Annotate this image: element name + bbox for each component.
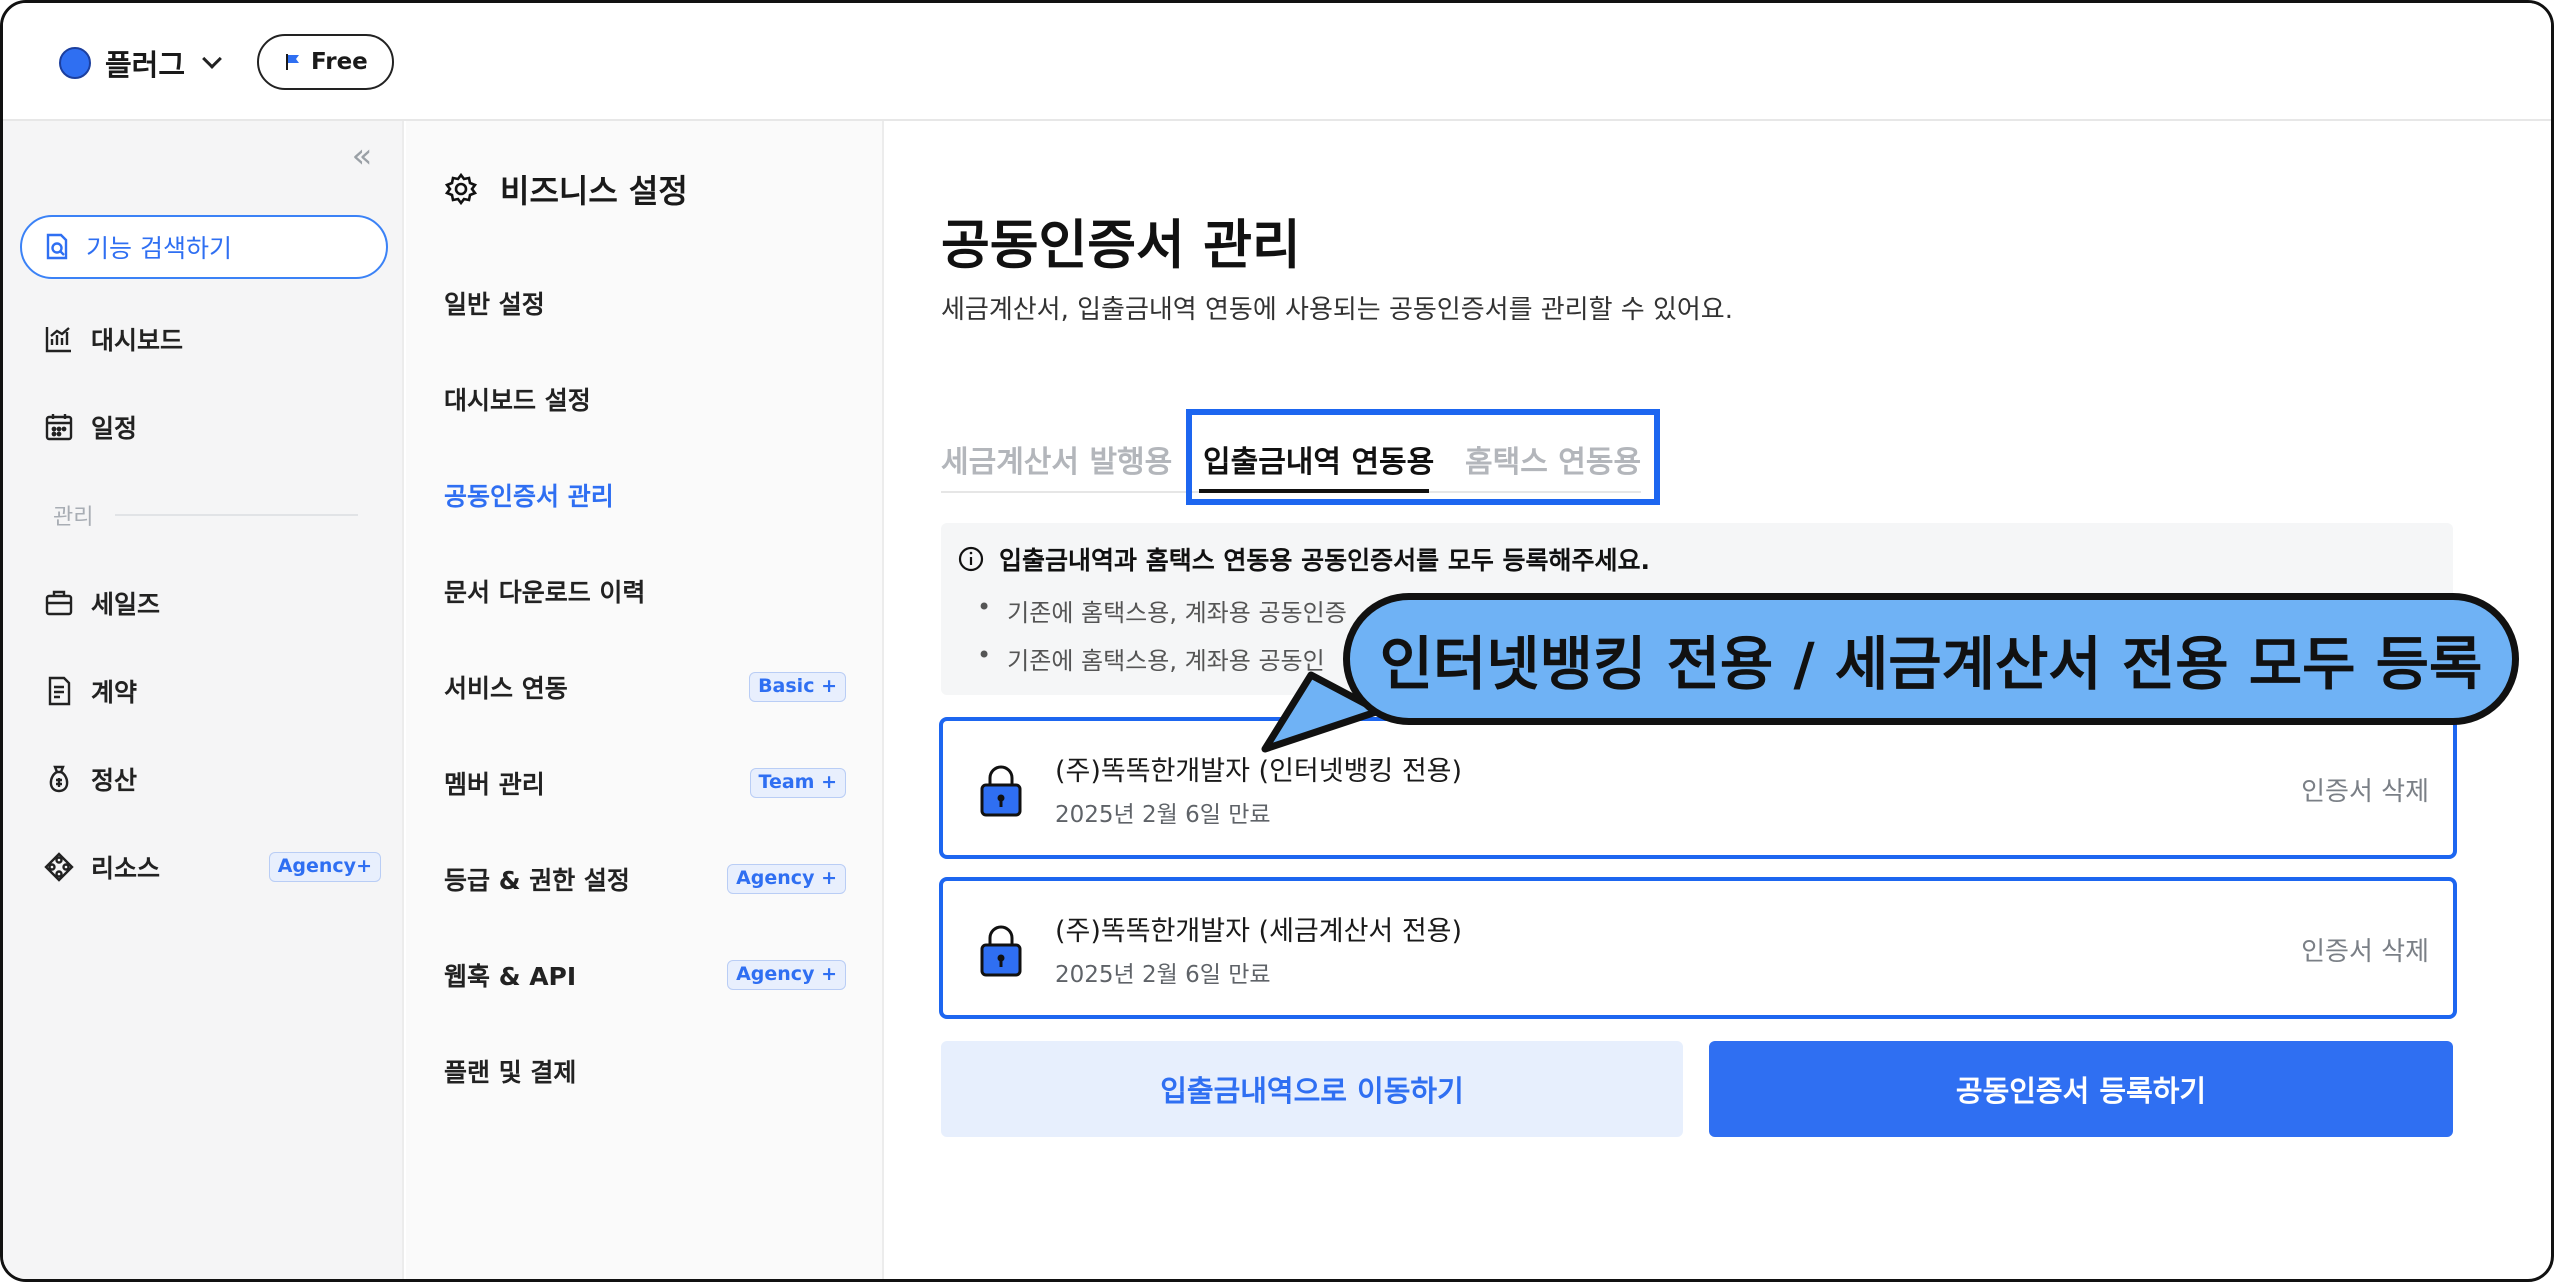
settings-item-integrations[interactable]: 서비스 연동 Basic + <box>444 663 854 711</box>
sidebar-item-label: 리소스 <box>91 854 161 883</box>
settings-item-label: 플랜 및 결제 <box>444 1058 577 1087</box>
register-certificate-button[interactable]: 공동인증서 등록하기 <box>1709 1041 2453 1137</box>
settings-item-label: 등급 & 권한 설정 <box>444 866 630 895</box>
delete-certificate-button[interactable]: 인증서 삭제 <box>2301 931 2429 968</box>
page-title: 공동인증서 관리 <box>941 215 1301 276</box>
bullet-dot: • <box>977 641 992 669</box>
settings-item-label: 멤버 관리 <box>444 770 545 799</box>
sidebar-item-label: 일정 <box>91 414 138 443</box>
certificate-expiry: 2025년 2월 6일 만료 <box>1055 802 1271 828</box>
delete-certificate-button[interactable]: 인증서 삭제 <box>2301 771 2429 808</box>
sidebar-item-schedule[interactable]: 일정 <box>43 403 373 451</box>
workspace-switcher[interactable]: 플러그 <box>59 39 222 87</box>
certificate-tabs: 세금계산서 발행용 입출금내역 연동용 홈택스 연동용 <box>941 427 1641 493</box>
settings-item-download-history[interactable]: 문서 다운로드 이력 <box>444 567 854 615</box>
search-document-icon <box>46 233 68 260</box>
notice-heading-text: 입출금내역과 홈택스 연동용 공동인증서를 모두 등록해주세요. <box>999 546 1651 575</box>
bullet-dot: • <box>977 593 992 621</box>
sidebar-item-settlement[interactable]: 정산 <box>43 755 373 803</box>
feature-search-input[interactable]: 기능 검색하기 <box>20 215 388 279</box>
app-window: 플러그 Free « 기능 검색하기 대시보드 일정 관리 세일즈 계약 정산 … <box>0 0 2554 1282</box>
settings-item-certificates[interactable]: 공동인증서 관리 <box>444 471 854 519</box>
document-icon <box>48 676 71 706</box>
calendar-icon <box>45 414 73 441</box>
agency-badge: Agency + <box>727 864 846 894</box>
lock-icon <box>980 925 1022 977</box>
page-description: 세금계산서, 입출금내역 연동에 사용되는 공동인증서를 관리할 수 있어요. <box>941 295 1733 325</box>
certificate-card: (주)똑똑한개발자 (인터넷뱅킹 전용) 2025년 2월 6일 만료 인증서 … <box>939 717 2457 859</box>
agency-badge: Agency + <box>727 960 846 990</box>
sidebar-section-manage: 관리 <box>53 499 358 531</box>
annotation-callout: 인터넷뱅킹 전용 / 세금계산서 전용 모두 등록 <box>1343 593 2519 725</box>
settings-item-general[interactable]: 일반 설정 <box>444 279 854 327</box>
section-label: 관리 <box>53 505 94 530</box>
workspace-name: 플러그 <box>105 48 186 82</box>
certificate-card: (주)똑똑한개발자 (세금계산서 전용) 2025년 2월 6일 만료 인증서 … <box>939 877 2457 1019</box>
sidebar-item-label: 정산 <box>91 766 138 795</box>
briefcase-icon <box>45 590 73 616</box>
settings-item-label: 서비스 연동 <box>444 674 568 703</box>
notice-bullet: • 기존에 홈택스용, 계좌용 공동인증 <box>977 593 1347 628</box>
certificate-name: (주)똑똑한개발자 (인터넷뱅킹 전용) <box>1055 756 1463 787</box>
collapse-sidebar-icon[interactable]: « <box>344 139 380 177</box>
plan-badge-button[interactable]: Free <box>257 34 394 90</box>
certificate-expiry: 2025년 2월 6일 만료 <box>1055 962 1271 988</box>
settings-menu: 비즈니스 설정 일반 설정 대시보드 설정 공동인증서 관리 문서 다운로드 이… <box>406 121 884 1279</box>
settings-item-members[interactable]: 멤버 관리 Team + <box>444 759 854 807</box>
settings-title: 비즈니스 설정 <box>444 167 688 211</box>
sidebar-item-dashboard[interactable]: 대시보드 <box>43 315 373 363</box>
sidebar-item-resources[interactable]: 리소스 Agency+ <box>43 843 381 891</box>
settings-item-label: 대시보드 설정 <box>444 386 591 415</box>
tab-tax-invoice[interactable]: 세금계산서 발행용 <box>941 437 1172 481</box>
settings-title-text: 비즈니스 설정 <box>500 172 688 210</box>
tab-bank-transactions[interactable]: 입출금내역 연동용 <box>1203 437 1434 481</box>
agency-badge: Agency+ <box>268 852 381 882</box>
info-icon <box>958 546 984 572</box>
settings-item-roles[interactable]: 등급 & 권한 설정 Agency + <box>444 855 854 903</box>
plan-label: Free <box>311 49 368 75</box>
basic-badge: Basic + <box>749 672 846 702</box>
certificate-name: (주)똑똑한개발자 (세금계산서 전용) <box>1055 916 1463 947</box>
settings-item-plan-billing[interactable]: 플랜 및 결제 <box>444 1047 854 1095</box>
flag-icon <box>286 54 299 70</box>
sidebar-item-label: 계약 <box>91 678 138 707</box>
left-sidebar: « 기능 검색하기 대시보드 일정 관리 세일즈 계약 정산 리소스 Agenc… <box>3 121 404 1279</box>
settings-item-label: 문서 다운로드 이력 <box>444 578 646 607</box>
bullet-text: 기존에 홈택스용, 계좌용 공동인증 <box>1007 599 1347 627</box>
notice-heading: 입출금내역과 홈택스 연동용 공동인증서를 모두 등록해주세요. <box>957 541 1650 577</box>
settings-item-label: 웹훅 & API <box>444 962 577 991</box>
go-to-transactions-button[interactable]: 입출금내역으로 이동하기 <box>941 1041 1683 1137</box>
chart-icon <box>45 327 71 353</box>
workspace-avatar <box>59 47 91 79</box>
sidebar-item-label: 대시보드 <box>91 326 184 355</box>
top-bar: 플러그 Free <box>3 3 2551 121</box>
team-badge: Team + <box>749 768 846 798</box>
active-tab-indicator <box>1199 489 1429 493</box>
settings-item-label: 공동인증서 관리 <box>444 482 614 511</box>
settings-item-label: 일반 설정 <box>444 290 545 319</box>
section-divider <box>115 514 358 516</box>
sidebar-item-sales[interactable]: 세일즈 <box>43 579 373 627</box>
lock-icon <box>980 765 1022 817</box>
chevron-down-icon <box>202 49 222 69</box>
sidebar-item-contract[interactable]: 계약 <box>43 667 373 715</box>
gear-icon <box>444 172 478 206</box>
settings-item-dashboard[interactable]: 대시보드 설정 <box>444 375 854 423</box>
settings-item-webhook-api[interactable]: 웹훅 & API Agency + <box>444 951 854 999</box>
search-placeholder: 기능 검색하기 <box>86 234 232 263</box>
tab-hometax[interactable]: 홈택스 연동용 <box>1465 437 1641 481</box>
money-bag-icon <box>49 765 69 793</box>
sidebar-item-label: 세일즈 <box>91 590 161 619</box>
resource-icon <box>44 852 74 882</box>
